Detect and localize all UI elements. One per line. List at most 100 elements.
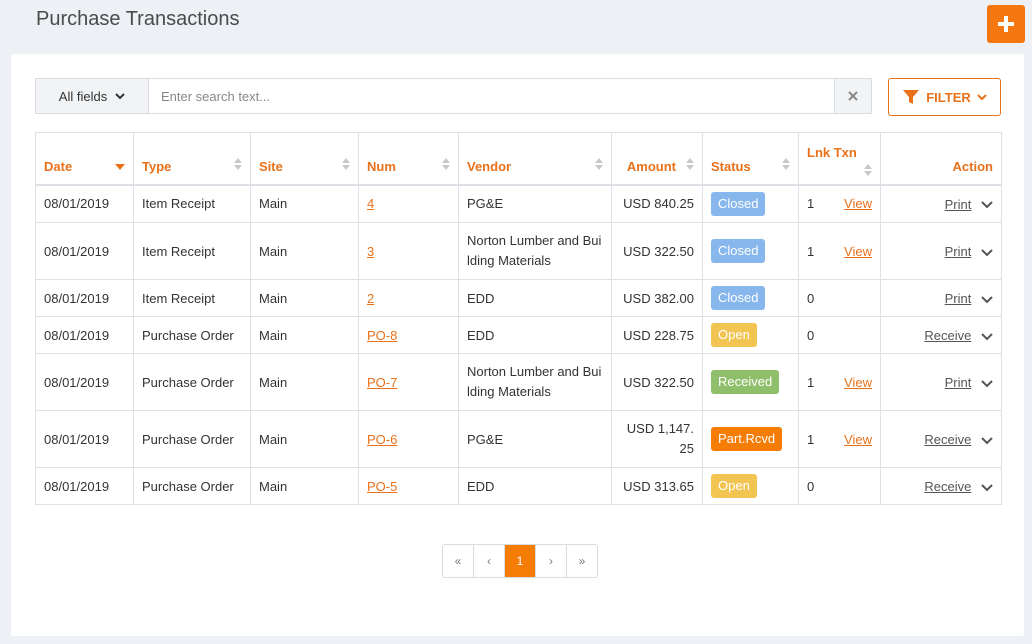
receive-action-link[interactable]: Receive bbox=[924, 479, 971, 494]
cell-lnk-txn: 1 View bbox=[798, 222, 881, 280]
search-input[interactable] bbox=[149, 79, 834, 113]
num-link[interactable]: 3 bbox=[367, 244, 374, 259]
column-header-status[interactable]: Status bbox=[702, 132, 799, 186]
column-header-amount[interactable]: Amount bbox=[611, 132, 703, 186]
cell-date: 08/01/2019 bbox=[35, 184, 134, 223]
filter-icon bbox=[903, 90, 920, 104]
cell-lnk-txn: 0 bbox=[798, 279, 881, 317]
cell-status: Closed bbox=[702, 222, 799, 280]
page-prev-button[interactable]: ‹ bbox=[474, 545, 505, 577]
add-transaction-button[interactable] bbox=[987, 5, 1025, 43]
receive-action-link[interactable]: Receive bbox=[924, 328, 971, 343]
page-last-button[interactable]: » bbox=[567, 545, 597, 577]
sort-icon bbox=[782, 157, 790, 170]
close-icon bbox=[848, 91, 858, 101]
table-row: 08/01/2019 Item Receipt Main 2 EDD USD 3… bbox=[35, 279, 1002, 317]
num-link[interactable]: PO-7 bbox=[367, 375, 397, 390]
cell-lnk-txn: 0 bbox=[798, 467, 881, 505]
status-badge: Closed bbox=[711, 191, 766, 216]
chevron-down-icon[interactable] bbox=[981, 201, 993, 209]
chevron-down-icon bbox=[115, 93, 125, 100]
cell-date: 08/01/2019 bbox=[35, 222, 134, 280]
print-action-link[interactable]: Print bbox=[945, 244, 972, 259]
pagination: « ‹ 1 › » bbox=[442, 544, 598, 578]
cell-action: Print bbox=[880, 353, 1002, 411]
lnk-count: 1 bbox=[807, 196, 815, 212]
cell-status: Closed bbox=[702, 279, 799, 317]
lnk-count: 1 bbox=[807, 374, 815, 390]
chevron-down-icon[interactable] bbox=[981, 379, 993, 388]
num-link[interactable]: 2 bbox=[367, 291, 374, 306]
search-field-label: All fields bbox=[58, 88, 108, 104]
column-header-lnk-txn[interactable]: Lnk Txn bbox=[798, 132, 881, 186]
view-link[interactable]: View bbox=[844, 244, 872, 259]
column-header-date[interactable]: Date bbox=[35, 132, 134, 186]
cell-num: PO-5 bbox=[358, 467, 459, 505]
cell-date: 08/01/2019 bbox=[35, 410, 134, 468]
status-badge: Open bbox=[711, 323, 757, 347]
column-header-type[interactable]: Type bbox=[133, 132, 251, 186]
cell-lnk-txn: 1 View bbox=[798, 184, 881, 223]
view-link[interactable]: View bbox=[844, 432, 872, 447]
num-link[interactable]: PO-8 bbox=[367, 328, 397, 343]
lnk-count: 0 bbox=[807, 327, 815, 343]
lnk-count: 1 bbox=[807, 431, 815, 447]
column-header-action: Action bbox=[880, 132, 1002, 186]
num-link[interactable]: PO-6 bbox=[367, 432, 397, 447]
sort-desc-icon bbox=[115, 163, 125, 170]
status-badge: Open bbox=[711, 474, 757, 498]
cell-amount: USD 840.25 bbox=[611, 184, 703, 223]
sort-icon bbox=[595, 157, 603, 170]
cell-action: Print bbox=[880, 279, 1002, 317]
page-first-button[interactable]: « bbox=[443, 545, 474, 577]
clear-search-button[interactable] bbox=[834, 79, 871, 113]
cell-status: Open bbox=[702, 467, 799, 505]
cell-num: 2 bbox=[358, 279, 459, 317]
sort-icon bbox=[686, 157, 694, 170]
table-row: 08/01/2019 Purchase Order Main PO-6 PG&E… bbox=[35, 410, 1002, 468]
cell-type: Purchase Order bbox=[133, 467, 251, 505]
print-action-link[interactable]: Print bbox=[945, 197, 972, 212]
column-header-num[interactable]: Num bbox=[358, 132, 459, 186]
cell-site: Main bbox=[250, 184, 359, 223]
filter-button[interactable]: FILTER bbox=[888, 78, 1001, 116]
status-badge: Received bbox=[711, 370, 780, 394]
cell-action: Print bbox=[880, 222, 1002, 280]
sort-icon bbox=[864, 163, 872, 176]
view-link[interactable]: View bbox=[844, 196, 872, 211]
plus-icon bbox=[998, 16, 1014, 32]
chevron-down-icon bbox=[977, 94, 987, 101]
column-header-site[interactable]: Site bbox=[250, 132, 359, 186]
cell-amount: USD 1,147.25 bbox=[611, 410, 703, 468]
receive-action-link[interactable]: Receive bbox=[924, 432, 971, 447]
cell-num: PO-7 bbox=[358, 353, 459, 411]
column-header-vendor[interactable]: Vendor bbox=[458, 132, 612, 186]
cell-type: Purchase Order bbox=[133, 316, 251, 354]
view-link[interactable]: View bbox=[844, 375, 872, 390]
cell-amount: USD 322.50 bbox=[611, 222, 703, 280]
print-action-link[interactable]: Print bbox=[945, 375, 972, 390]
table-header-row: Date Type Site Num Vendor Amount Status … bbox=[35, 132, 1002, 186]
cell-site: Main bbox=[250, 316, 359, 354]
cell-num: 3 bbox=[358, 222, 459, 280]
chevron-down-icon[interactable] bbox=[981, 295, 993, 304]
print-action-link[interactable]: Print bbox=[945, 291, 972, 306]
lnk-count: 0 bbox=[807, 290, 815, 306]
chevron-down-icon[interactable] bbox=[981, 332, 993, 341]
cell-vendor: Norton Lumber and Building Materials bbox=[458, 353, 612, 411]
cell-amount: USD 322.50 bbox=[611, 353, 703, 411]
cell-date: 08/01/2019 bbox=[35, 316, 134, 354]
num-link[interactable]: 4 bbox=[367, 196, 374, 211]
chevron-down-icon[interactable] bbox=[981, 483, 993, 492]
page-current-button[interactable]: 1 bbox=[505, 545, 536, 577]
chevron-down-icon[interactable] bbox=[981, 436, 993, 445]
table-row: 08/01/2019 Item Receipt Main 3 Norton Lu… bbox=[35, 222, 1002, 280]
num-link[interactable]: PO-5 bbox=[367, 479, 397, 494]
lnk-count: 0 bbox=[807, 478, 815, 494]
transactions-table: Date Type Site Num Vendor Amount Status … bbox=[35, 132, 1002, 505]
chevron-down-icon[interactable] bbox=[981, 248, 993, 257]
page-next-button[interactable]: › bbox=[536, 545, 567, 577]
cell-lnk-txn: 0 bbox=[798, 316, 881, 354]
search-field-select[interactable]: All fields bbox=[36, 79, 149, 113]
cell-date: 08/01/2019 bbox=[35, 279, 134, 317]
